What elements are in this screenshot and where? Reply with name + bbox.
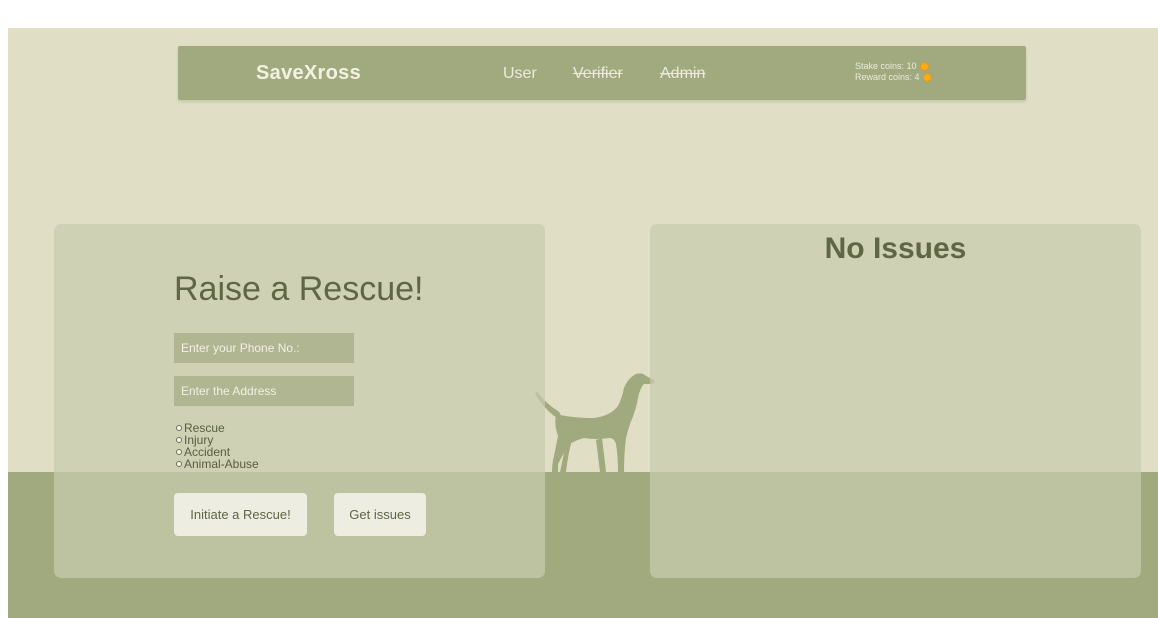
coin-balance: Stake coins: 10 Reward coins: 4	[855, 61, 932, 83]
phone-input[interactable]	[174, 333, 354, 363]
brand-logo[interactable]: SaveXross	[256, 62, 361, 85]
radio-button[interactable]	[176, 449, 182, 455]
navbar: SaveXross User Verifier Admin Stake coin…	[178, 46, 1026, 100]
form-title: Raise a Rescue!	[174, 270, 424, 308]
coin-icon	[919, 62, 929, 71]
no-issues-heading: No Issues	[824, 232, 967, 265]
get-issues-button[interactable]: Get issues	[334, 493, 426, 536]
app-background: SaveXross User Verifier Admin Stake coin…	[8, 28, 1158, 618]
stake-coins-label: Stake coins: 10	[855, 61, 917, 71]
radio-label: Animal-Abuse	[184, 457, 259, 471]
nav-user-link[interactable]: User	[503, 65, 537, 83]
radio-button[interactable]	[176, 461, 182, 467]
radio-button[interactable]	[176, 437, 182, 443]
reward-coins-label: Reward coins: 4	[855, 72, 920, 82]
radio-option-animal-abuse[interactable]: Animal-Abuse	[176, 458, 259, 470]
coin-icon	[922, 73, 932, 82]
issue-type-radio-group: Rescue Injury Accident Animal-Abuse	[176, 422, 259, 470]
raise-rescue-panel: Raise a Rescue! Rescue Injury Accident A…	[54, 224, 545, 578]
initiate-rescue-button[interactable]: Initiate a Rescue!	[174, 493, 307, 536]
radio-button[interactable]	[176, 425, 182, 431]
address-input[interactable]	[174, 376, 354, 406]
nav-verifier-link[interactable]: Verifier	[573, 65, 623, 83]
nav-admin-link[interactable]: Admin	[660, 65, 705, 83]
issues-panel: No Issues	[650, 224, 1141, 578]
dog-silhouette-icon	[535, 373, 655, 472]
